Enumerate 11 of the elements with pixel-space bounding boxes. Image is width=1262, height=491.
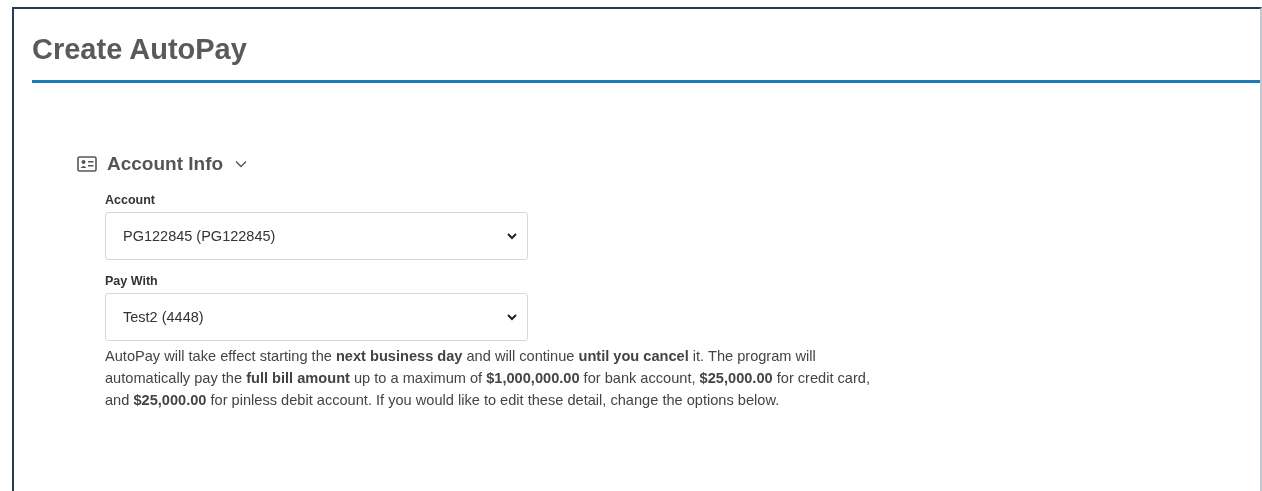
- chevron-icon[interactable]: [235, 160, 248, 168]
- caret-icon: [507, 232, 517, 240]
- field-label: Account: [105, 193, 156, 207]
- section-title: Account Info: [107, 153, 224, 175]
- id-card-icon: [77, 156, 97, 172]
- notice-text: AutoPay will take effect starting the next business day and will continue until you cancel it. The program will automatically pay the full bill amount up to a maximum of $1,000,000.00 for bank account, $25,000.00 for credit card, and $25,000.00 for pinless debit account. If you would like to edit these detail, change the options below.: [105, 347, 871, 410]
- caret-icon: [507, 313, 517, 321]
- dropdown-field[interactable]: Test2 (4448): [105, 293, 528, 341]
- field-label: Pay With: [105, 274, 159, 288]
- dropdown-field[interactable]: PG122845 (PG122845): [105, 212, 528, 260]
- page-title: Create AutoPay: [32, 32, 248, 67]
